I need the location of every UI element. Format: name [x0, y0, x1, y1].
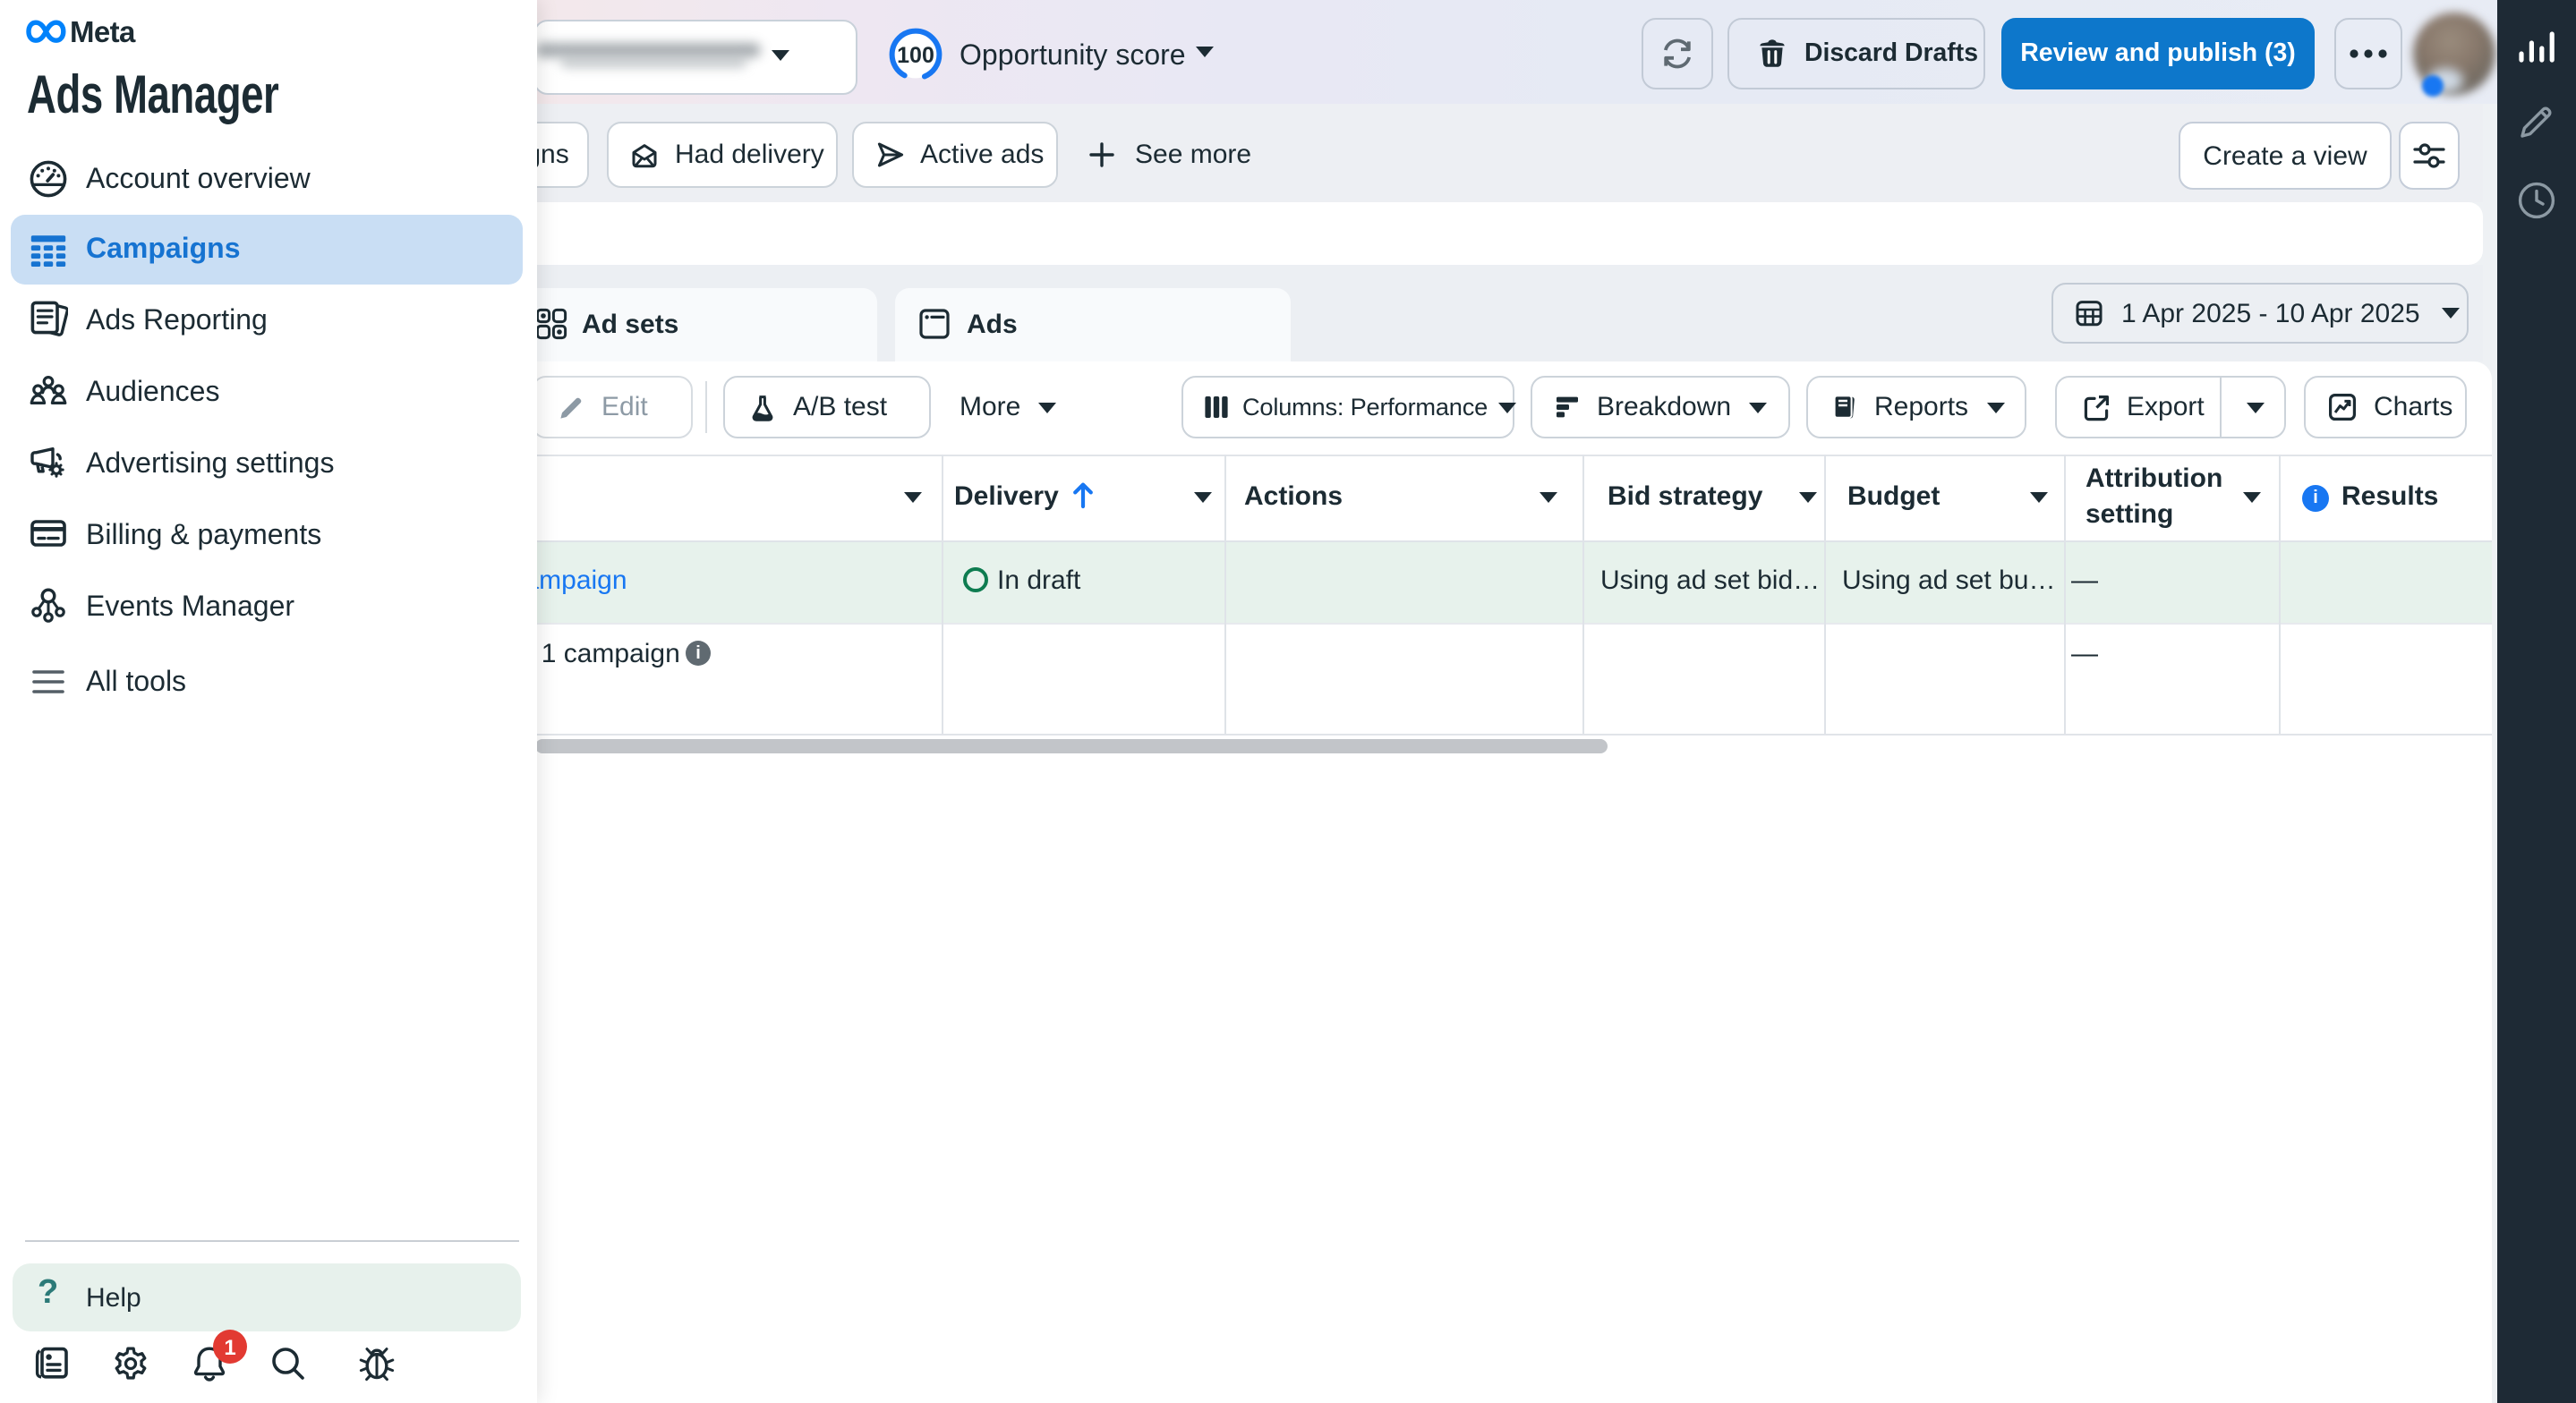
svg-text:Meta: Meta — [70, 16, 136, 48]
svg-text:100: 100 — [897, 43, 934, 68]
